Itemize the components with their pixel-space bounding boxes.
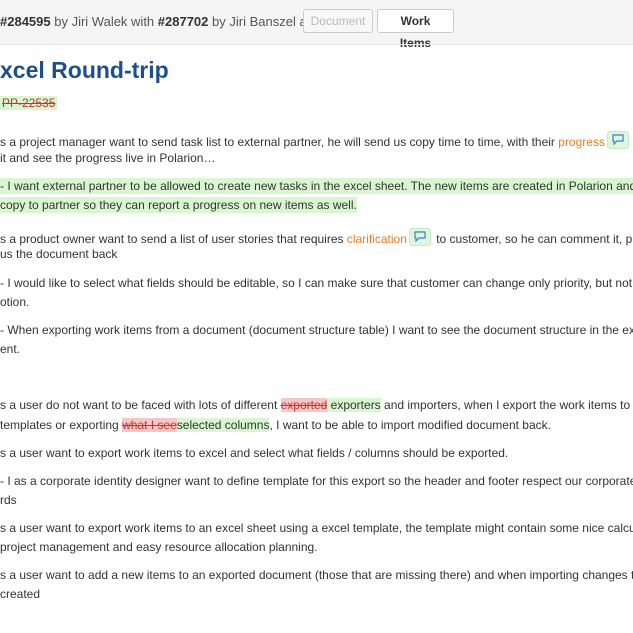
text-line-13: s a user want to export work items to ex… bbox=[0, 446, 509, 460]
header-ref-1[interactable]: #284595 bbox=[0, 14, 51, 29]
header-divider bbox=[0, 44, 633, 45]
text-line-16: s a user want to export work items to an… bbox=[0, 521, 633, 535]
deleted-text: exported bbox=[280, 398, 328, 412]
clarification-link[interactable]: clarification bbox=[347, 232, 407, 246]
text-line-4: copy to partner so they can report a pro… bbox=[0, 197, 357, 213]
page-title: xcel Round-trip bbox=[0, 57, 169, 83]
work-item-id[interactable]: PP-22535 bbox=[0, 96, 58, 110]
text-line-17: project management and easy resource all… bbox=[0, 540, 318, 554]
document-header: #284595 by Jiri Walek with #287702 by Ji… bbox=[0, 0, 633, 50]
work-items-view-button[interactable]: Work Items bbox=[377, 9, 454, 50]
document-view-button[interactable]: Document bbox=[303, 9, 373, 33]
text-line-12: templates or exporting what I seeselecte… bbox=[0, 417, 551, 433]
progress-link[interactable]: progress bbox=[558, 135, 605, 149]
text-line-10: ent. bbox=[0, 342, 21, 356]
header-author-1: by Jiri Walek with bbox=[50, 14, 158, 29]
line-11-text: s a user do not want to be faced with lo… bbox=[0, 398, 281, 412]
text-line-1: s a project manager want to send task li… bbox=[0, 131, 633, 150]
line-5-tail: to customer, so he can comment it, prio bbox=[432, 232, 633, 246]
header-author-2: by Jiri Banszel as bbox=[208, 14, 314, 29]
comment-icon[interactable] bbox=[606, 131, 629, 149]
text-line-11: s a user do not want to be faced with lo… bbox=[0, 397, 633, 413]
text-line-15: rds bbox=[0, 493, 17, 507]
line-12-text: templates or exporting bbox=[0, 418, 123, 432]
line-11-tail: and importers, when I export the work it… bbox=[380, 398, 633, 412]
header-ref-2[interactable]: #287702 bbox=[158, 14, 209, 29]
text-line-19: created bbox=[0, 587, 41, 601]
text-line-5: s a product owner want to send a list of… bbox=[0, 228, 633, 247]
line-1-text: s a project manager want to send task li… bbox=[0, 135, 559, 149]
inserted-text: exporters bbox=[327, 398, 381, 412]
line-12-tail: , I want to be able to import modified d… bbox=[269, 418, 551, 432]
text-line-7: - I would like to select what fields sho… bbox=[0, 276, 633, 290]
line-5-text: s a product owner want to send a list of… bbox=[0, 232, 347, 246]
text-line-8: otion. bbox=[0, 295, 30, 309]
deleted-text: what I see bbox=[122, 418, 177, 432]
text-line-9: - When exporting work items from a docum… bbox=[0, 323, 633, 337]
comment-icon[interactable] bbox=[408, 228, 431, 246]
text-line-3: - I want external partner to be allowed … bbox=[0, 178, 633, 194]
header-caption: #284595 by Jiri Walek with #287702 by Ji… bbox=[0, 14, 313, 29]
text-line-6: us the document back bbox=[0, 247, 118, 261]
text-line-18: s a user want to add a new items to an e… bbox=[0, 568, 633, 582]
text-line-2: it and see the progress live in Polarion… bbox=[0, 151, 216, 165]
text-line-14: - I as a corporate identity designer wan… bbox=[0, 474, 633, 488]
inserted-text: selected columns bbox=[176, 418, 270, 432]
